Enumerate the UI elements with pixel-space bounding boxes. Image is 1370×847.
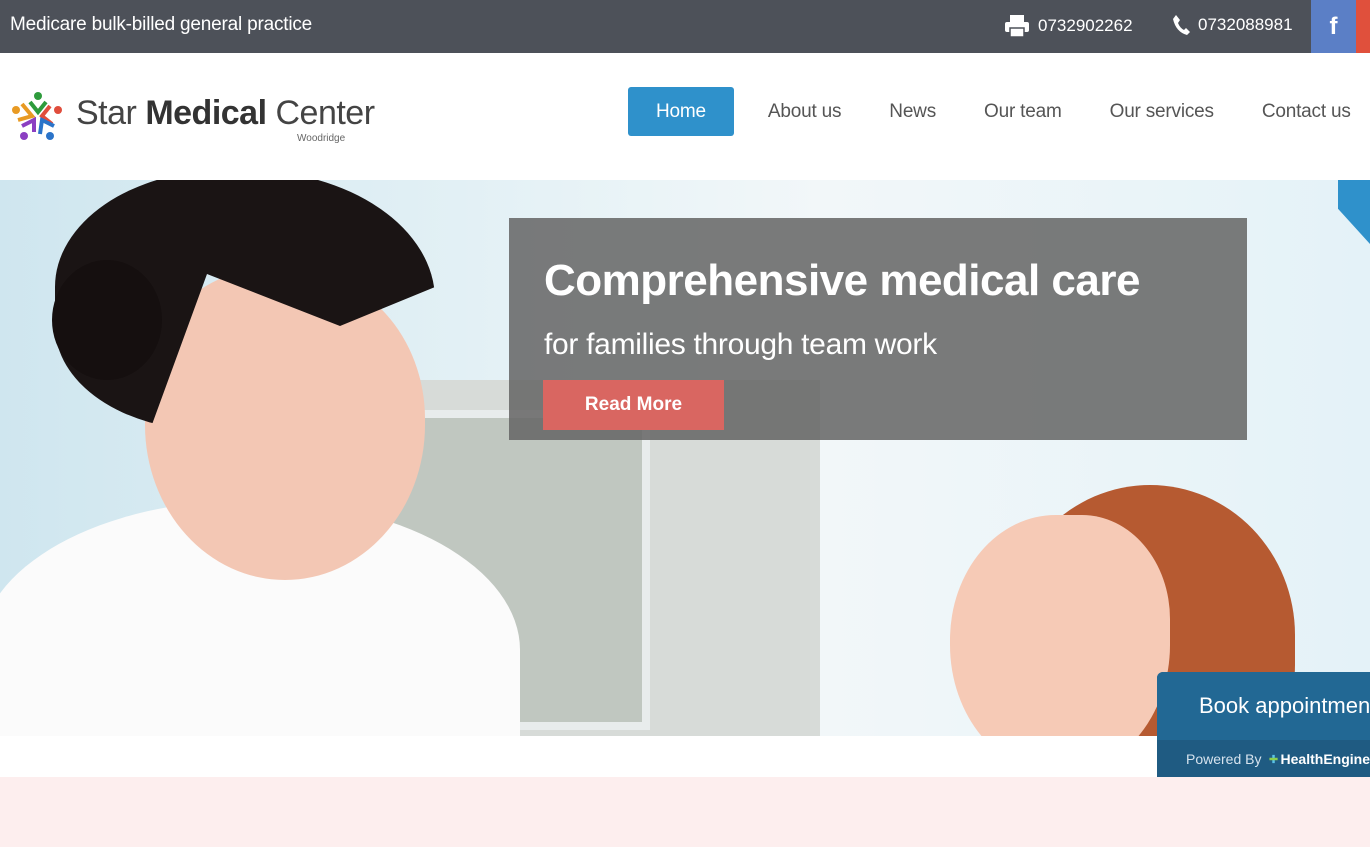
book-appointment-widget[interactable]: Book appointment Powered By HealthEngine	[1157, 672, 1370, 777]
fax-contact[interactable]: 0732902262	[1004, 14, 1133, 38]
facebook-button[interactable]: f	[1311, 0, 1356, 53]
nav-about-us[interactable]: About us	[744, 87, 865, 136]
phone-contact[interactable]: 0732088981	[1172, 14, 1293, 36]
hero-caption: Comprehensive medical care for families …	[509, 218, 1247, 440]
logo-text: Star Medical Center	[76, 94, 375, 132]
hero-subtitle: for families through team work	[544, 328, 937, 361]
powered-by-label: Powered By	[1186, 750, 1262, 767]
patient-face	[950, 515, 1170, 736]
main-nav: Home About us News Our team Our services…	[628, 87, 1370, 136]
printer-icon	[1005, 15, 1029, 38]
top-bar: Medicare bulk-billed general practice 07…	[0, 0, 1370, 53]
content-section	[0, 777, 1370, 847]
book-appointment-button[interactable]: Book appointment	[1157, 672, 1370, 740]
facebook-icon: f	[1329, 12, 1338, 40]
phone-number: 0732088981	[1198, 15, 1293, 34]
star-people-logo-icon	[12, 92, 62, 140]
tagline: Medicare bulk-billed general practice	[10, 14, 313, 35]
phone-icon	[1173, 15, 1190, 35]
site-logo[interactable]: Star Medical Center Woodridge	[10, 88, 375, 144]
nav-news[interactable]: News	[865, 87, 960, 136]
fax-number: 0732902262	[1038, 16, 1133, 35]
nav-our-team[interactable]: Our team	[960, 87, 1086, 136]
nav-our-services[interactable]: Our services	[1086, 87, 1238, 136]
header: Star Medical Center Woodridge Home About…	[0, 53, 1370, 180]
logo-subtitle: Woodridge	[297, 133, 346, 144]
healthengine-logo-icon	[1269, 754, 1279, 763]
social-button[interactable]	[1356, 0, 1370, 53]
hero-title: Comprehensive medical care	[544, 256, 1140, 305]
read-more-button[interactable]: Read More	[543, 380, 724, 430]
nav-home[interactable]: Home	[628, 87, 734, 136]
hero-slider: Comprehensive medical care for families …	[0, 180, 1370, 736]
doctor-hair-bun	[52, 260, 162, 380]
accessibility-tab[interactable]	[1338, 180, 1370, 244]
nav-contact-us[interactable]: Contact us	[1238, 87, 1370, 136]
book-appointment-label: Book appointment	[1199, 693, 1370, 718]
powered-by: Powered By HealthEngine	[1157, 740, 1370, 777]
healthengine-name: HealthEngine	[1280, 750, 1370, 767]
